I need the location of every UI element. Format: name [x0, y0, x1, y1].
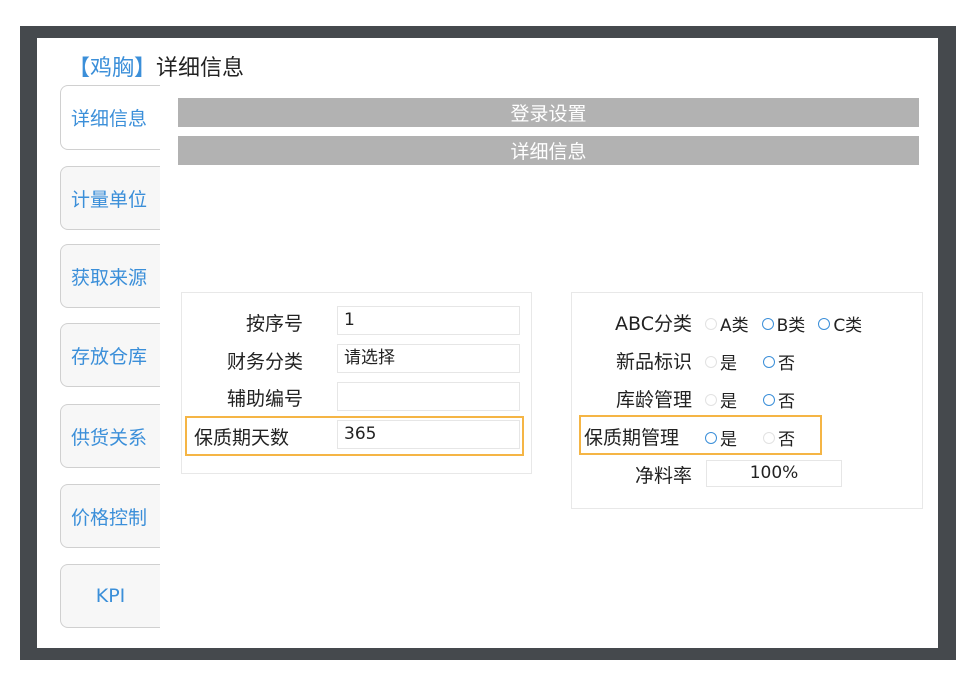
login-settings-bar[interactable]: 登录设置: [178, 98, 919, 127]
radio-circle-icon: [763, 355, 775, 368]
radio-circle-icon: [705, 393, 717, 406]
shelf-days-field[interactable]: 365: [337, 420, 520, 449]
shelf-mgmt-radio-group: 是 否: [705, 425, 808, 450]
new-flag-radio-group: 是 否: [705, 349, 808, 374]
tab-storage[interactable]: 存放仓库: [60, 323, 160, 387]
radio-abc-a[interactable]: A类: [705, 311, 749, 336]
shelf-mgmt-label: 保质期管理: [584, 427, 680, 449]
radio-circle-icon: [818, 317, 831, 330]
tab-sources[interactable]: 获取来源: [60, 244, 160, 308]
radio-new-yes[interactable]: 是: [705, 349, 737, 374]
radio-circle-icon: [763, 393, 775, 406]
age-mgmt-label: 库龄管理: [615, 389, 692, 411]
tab-units[interactable]: 计量单位: [60, 166, 160, 230]
shelf-days-label: 保质期天数: [194, 427, 290, 449]
aux-code-label: 辅助编号: [226, 388, 303, 410]
tab-kpi[interactable]: KPI: [60, 564, 160, 628]
radio-circle-icon: [705, 431, 717, 444]
sort-no-label: 按序号: [245, 313, 303, 335]
radio-age-no[interactable]: 否: [763, 387, 795, 412]
abc-radio-group: A类 B类 C类: [705, 311, 875, 336]
radio-shelf-no[interactable]: 否: [763, 425, 795, 450]
tab-details[interactable]: 详细信息: [60, 85, 160, 150]
item-name-tag: 【鸡胸】: [68, 56, 157, 81]
aux-code-field[interactable]: [337, 382, 520, 411]
radio-age-yes[interactable]: 是: [705, 387, 737, 412]
radio-abc-b[interactable]: B类: [761, 311, 805, 336]
page-title: 【鸡胸】详细信息: [68, 50, 244, 82]
radio-shelf-yes[interactable]: 是: [705, 425, 737, 450]
radio-circle-icon: [705, 355, 717, 368]
age-mgmt-radio-group: 是 否: [705, 387, 808, 412]
sort-no-field[interactable]: 1: [337, 306, 520, 335]
finance-category-label: 财务分类: [226, 351, 303, 373]
details-bar[interactable]: 详细信息: [178, 136, 919, 165]
abc-label: ABC分类: [615, 313, 692, 335]
tab-supply[interactable]: 供货关系: [60, 404, 160, 468]
tab-price[interactable]: 价格控制: [60, 484, 160, 548]
net-rate-field[interactable]: 100%: [706, 460, 842, 487]
page-title-text: 详细信息: [156, 56, 245, 81]
radio-circle-icon: [763, 431, 775, 444]
radio-new-no[interactable]: 否: [763, 349, 795, 374]
finance-category-select[interactable]: 请选择: [337, 344, 520, 373]
radio-circle-icon: [705, 317, 717, 330]
new-flag-label: 新品标识: [615, 351, 692, 373]
radio-circle-icon: [761, 317, 774, 330]
radio-abc-c[interactable]: C类: [818, 311, 862, 336]
net-rate-label: 净料率: [634, 465, 692, 487]
